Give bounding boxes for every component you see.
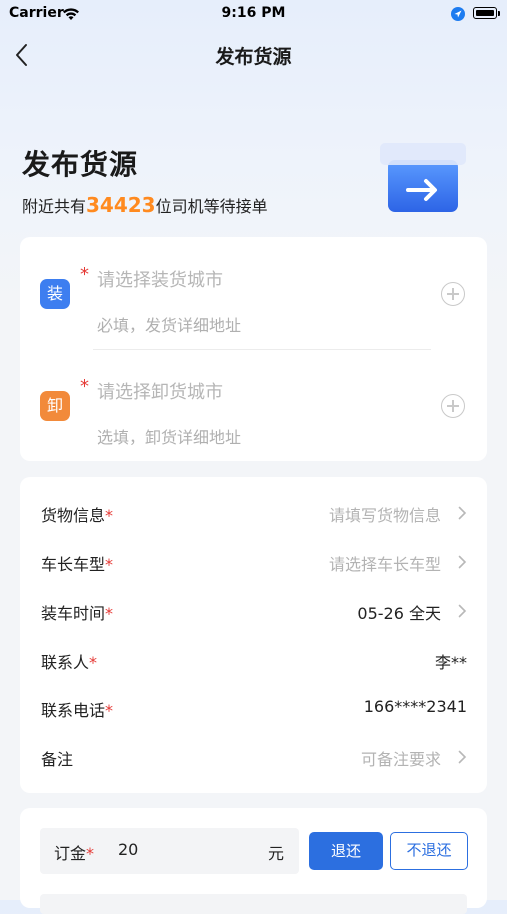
load-detail-field[interactable]: 必填，发货详细地址: [97, 312, 241, 336]
phone-row[interactable]: 联系电话* 166****2341: [20, 685, 487, 733]
contact-row[interactable]: 联系人* 李**: [20, 637, 487, 685]
navigation-bar: 发布货源: [0, 30, 507, 80]
unload-city-field[interactable]: 请选择卸货城市: [97, 378, 223, 404]
cargo-info-label: 货物信息*: [41, 506, 114, 525]
battery-cap: [498, 11, 500, 16]
cargo-info-row[interactable]: 货物信息* 请填写货物信息: [20, 490, 487, 538]
remark-label: 备注: [41, 750, 74, 769]
vehicle-type-label: 车长车型*: [41, 555, 114, 574]
battery-icon: [473, 7, 497, 19]
chevron-right-icon: [458, 604, 467, 618]
required-star: *: [80, 376, 89, 397]
vehicle-type-value: 请选择车长车型: [328, 555, 441, 574]
phone-label: 联系电话*: [41, 701, 114, 720]
unload-badge: 卸: [40, 391, 70, 421]
contact-value[interactable]: 李**: [435, 649, 467, 673]
no-refund-button[interactable]: 不退还: [390, 832, 468, 870]
add-unload-address-icon[interactable]: [441, 394, 465, 418]
driver-count-subtitle: 附近共有34423位司机等待接单: [22, 193, 268, 217]
cargo-info-value: 请填写货物信息: [328, 506, 441, 525]
unload-address-row[interactable]: 卸 * 请选择卸货城市 选填，卸货详细地址: [20, 349, 487, 461]
location-arrow-icon: [451, 6, 465, 25]
deposit-card: 订金* 20 元 退还 不退还: [20, 808, 487, 914]
load-city-field[interactable]: 请选择装货城市: [97, 266, 223, 292]
deposit-label: 订金*: [54, 844, 95, 863]
publish-box-arrow-icon: [378, 140, 468, 216]
next-field[interactable]: [40, 894, 467, 914]
load-time-label: 装车时间*: [41, 604, 114, 623]
load-badge: 装: [40, 279, 70, 309]
load-time-row[interactable]: 装车时间* 05-26 全天: [20, 588, 487, 636]
add-load-address-icon[interactable]: [441, 282, 465, 306]
chevron-right-icon: [458, 555, 467, 569]
clock: 9:16 PM: [221, 5, 286, 21]
required-star: *: [80, 264, 89, 285]
driver-count: 34423: [86, 193, 156, 217]
status-bar: Carrier 9:16 PM: [0, 0, 507, 28]
remark-value: 可备注要求: [360, 750, 441, 769]
chevron-right-icon: [458, 506, 467, 520]
address-card: 装 * 请选择装货城市 必填，发货详细地址 卸 * 请选择卸货城市 选填，卸货详…: [20, 237, 487, 461]
page-title: 发布货源: [22, 148, 139, 181]
load-address-row[interactable]: 装 * 请选择装货城市 必填，发货详细地址: [20, 237, 487, 349]
deposit-unit: 元: [267, 844, 284, 863]
chevron-right-icon: [458, 750, 467, 764]
subtitle-prefix: 附近共有: [22, 197, 87, 216]
phone-value[interactable]: 166****2341: [364, 697, 467, 716]
shipment-info-card: 货物信息* 请填写货物信息 车长车型* 请选择车长车型 装车时间* 05-26 …: [20, 477, 487, 793]
nav-title: 发布货源: [215, 46, 292, 68]
load-time-value: 05-26 全天: [357, 604, 441, 623]
contact-label: 联系人*: [41, 653, 98, 672]
deposit-input[interactable]: 订金* 20 元: [40, 828, 299, 874]
unload-detail-field[interactable]: 选填，卸货详细地址: [97, 424, 241, 448]
vehicle-type-row[interactable]: 车长车型* 请选择车长车型: [20, 539, 487, 587]
subtitle-suffix: 位司机等待接单: [155, 197, 268, 216]
deposit-amount[interactable]: 20: [118, 840, 138, 859]
remark-row[interactable]: 备注 可备注要求: [20, 734, 487, 782]
refund-button[interactable]: 退还: [309, 832, 383, 870]
